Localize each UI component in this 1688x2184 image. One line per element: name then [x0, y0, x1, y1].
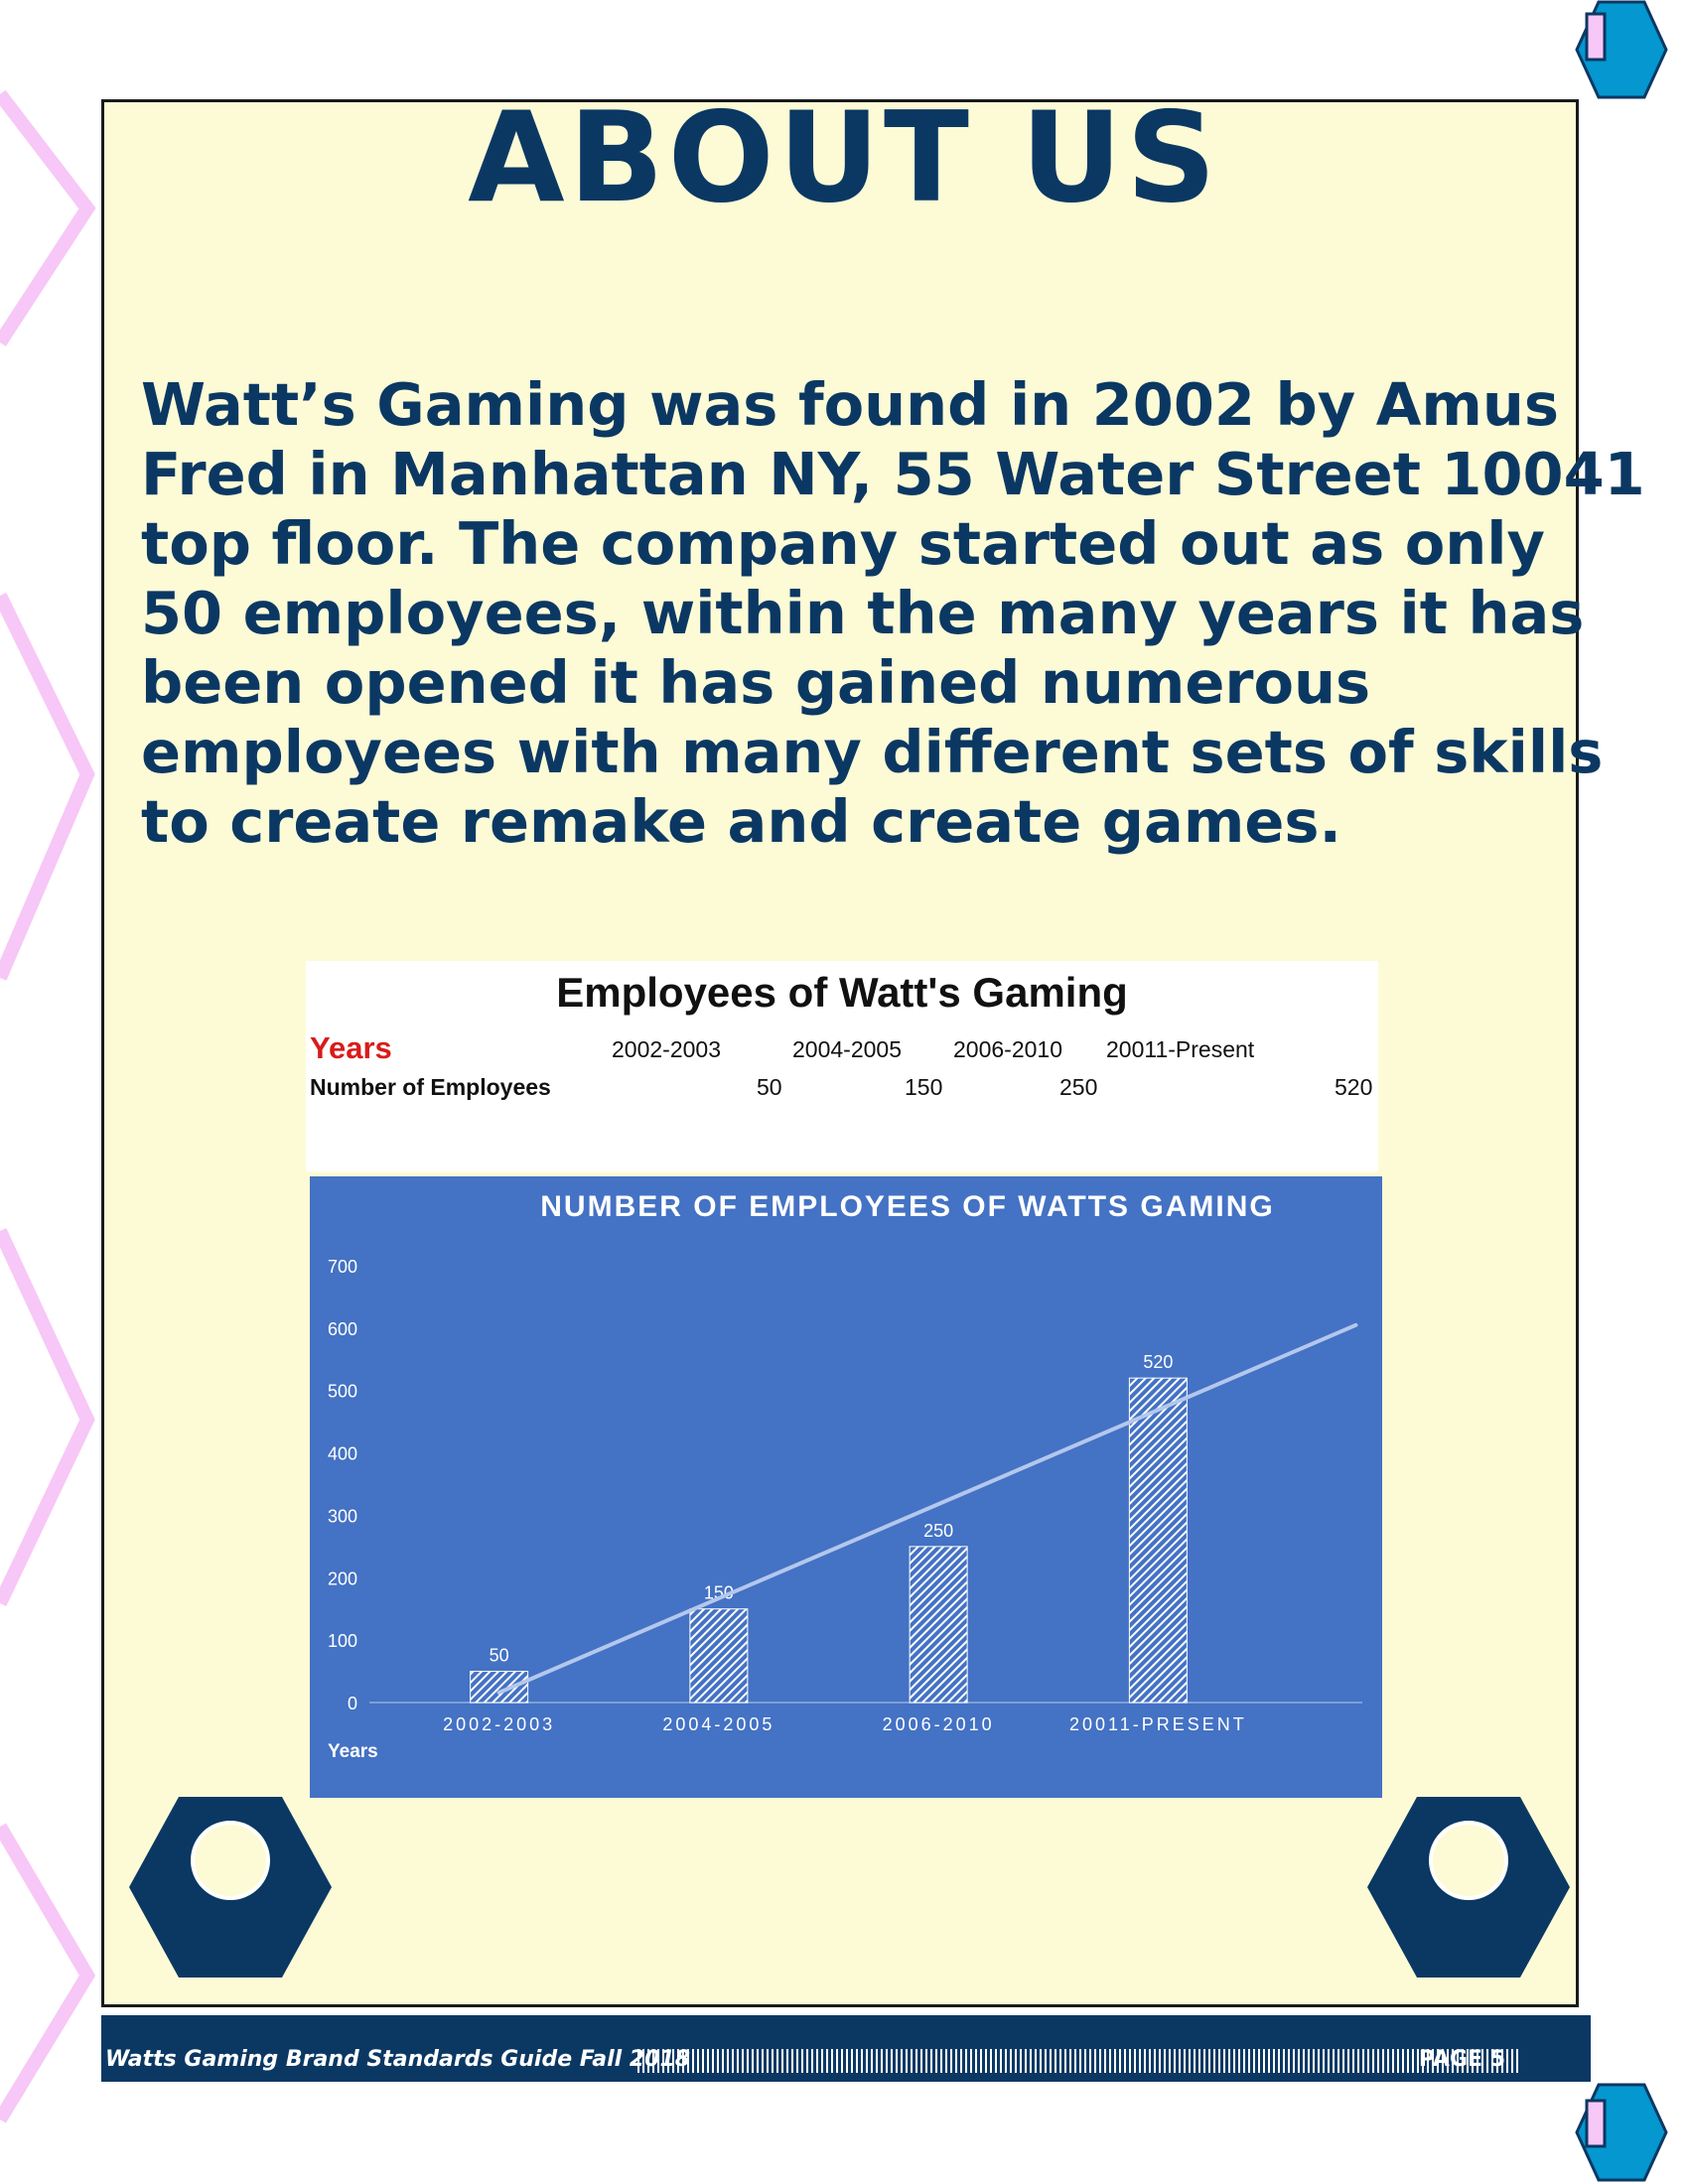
- table-cell-year: 2004-2005: [792, 1036, 902, 1062]
- y-tick-label: 400: [328, 1444, 357, 1464]
- data-label: 50: [490, 1646, 509, 1666]
- intro-line: 50 employees, within the many years it h…: [141, 579, 1585, 647]
- footer-page-number: PAGE 5: [1418, 2047, 1505, 2072]
- y-tick-label: 0: [348, 1694, 357, 1713]
- employee-chart: NUMBER OF EMPLOYEES OF WATTS GAMING 0 100 2…: [310, 1176, 1382, 1798]
- bar: [470, 1671, 529, 1704]
- chart-title: NUMBER OF EMPLOYEES OF WATTS GAMING: [540, 1190, 1274, 1223]
- intro-line: employees with many different sets of sk…: [141, 718, 1604, 786]
- intro-line: Fred in Manhattan NY, 55 Water Street 10…: [141, 440, 1645, 508]
- zigzag-decoration: [0, 89, 96, 2123]
- table-title: Employees of Watt's Gaming: [556, 969, 1128, 1016]
- intro-line: been opened it has gained numerous: [141, 648, 1371, 717]
- bar: [689, 1608, 749, 1704]
- chart-svg: NUMBER OF EMPLOYEES OF WATTS GAMING 0 100 2…: [328, 1190, 1362, 1762]
- table-cell-year: 20011-Present: [1106, 1036, 1255, 1062]
- years-row-label: Years: [310, 1030, 392, 1065]
- x-tick-label: 2004-2005: [662, 1714, 774, 1734]
- y-tick-label: 100: [328, 1631, 357, 1651]
- bar: [909, 1546, 968, 1704]
- intro-paragraph: Watt’s Gaming was found in 2002 by Amus …: [141, 370, 1645, 857]
- employee-table: Employees of Watt's Gaming Years Number …: [306, 961, 1378, 1171]
- table-cell-count: 50: [757, 1074, 782, 1100]
- hexagon-icon-top-right: [1575, 0, 1668, 99]
- table-cell-year: 2006-2010: [953, 1036, 1062, 1062]
- x-tick-label: 20011-PRESENT: [1069, 1714, 1247, 1734]
- table-cell-year: 2002-2003: [612, 1036, 721, 1062]
- table-cell-count: 520: [1335, 1074, 1373, 1100]
- employees-row-label: Number of Employees: [310, 1074, 551, 1100]
- y-tick-label: 700: [328, 1257, 357, 1277]
- hexagon-nut-icon-left: [129, 1797, 332, 1978]
- x-tick-label: 2006-2010: [883, 1714, 995, 1734]
- y-tick-label: 200: [328, 1569, 357, 1588]
- hexagon-nut-icon-right: [1367, 1797, 1570, 1978]
- y-tick-label: 600: [328, 1319, 357, 1339]
- footer-guide-title: Watts Gaming Brand Standards Guide Fall …: [105, 2047, 691, 2072]
- x-tick-label: 2002-2003: [443, 1714, 555, 1734]
- x-axis-label: Years: [328, 1741, 378, 1762]
- hexagon-icon-bottom-right: [1575, 2083, 1668, 2182]
- data-label: 250: [923, 1521, 953, 1541]
- page-footer: Watts Gaming Brand Standards Guide Fall …: [101, 2015, 1591, 2082]
- table-cell-count: 150: [905, 1074, 943, 1100]
- data-label: 520: [1143, 1352, 1173, 1372]
- intro-line: top floor. The company started out as on…: [141, 509, 1545, 578]
- intro-line: to create remake and create games.: [141, 787, 1341, 856]
- page-title: ABOUT US: [468, 84, 1220, 230]
- table-cell-count: 250: [1059, 1074, 1098, 1100]
- bar: [1128, 1377, 1188, 1704]
- y-tick-label: 500: [328, 1382, 357, 1402]
- footer-barcode-decoration: [637, 2049, 1519, 2073]
- intro-line: Watt’s Gaming was found in 2002 by Amus: [141, 370, 1559, 439]
- y-tick-label: 300: [328, 1506, 357, 1526]
